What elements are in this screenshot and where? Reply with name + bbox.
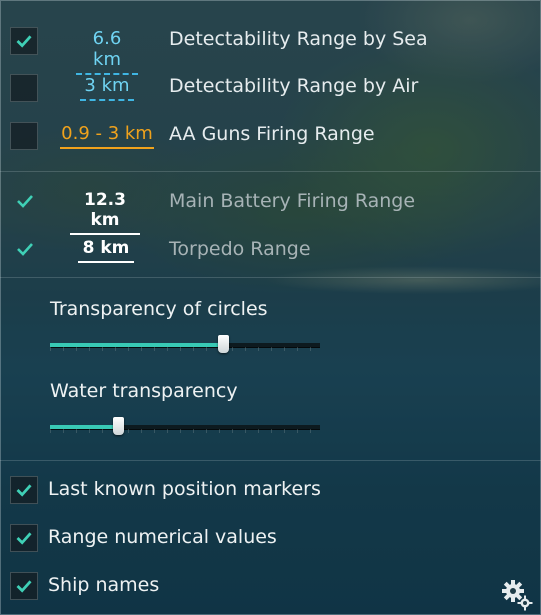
map-settings-panel: 6.6 km Detectability Range by Sea 3 km D… [0,0,541,615]
slider-fill [50,425,118,429]
check-icon [17,195,33,208]
range-row-air-detect[interactable]: 3 km Detectability Range by Air [0,67,541,107]
sea-detect-checkbox[interactable] [10,27,38,55]
range-label: Detectability Range by Sea [169,28,428,50]
range-label: Detectability Range by Air [169,75,419,97]
range-label: AA Guns Firing Range [169,123,375,145]
air-detect-checkbox[interactable] [10,74,38,102]
range-label: Torpedo Range [169,238,311,260]
circle-transparency-slider[interactable] [50,335,320,355]
divider [0,460,541,461]
option-label: Range numerical values [48,526,277,548]
range-value: 8 km [78,238,134,263]
last-known-position-checkbox[interactable] [10,476,38,504]
range-value[interactable]: 3 km [80,75,134,101]
range-values-checkbox[interactable] [10,524,38,552]
check-icon [16,532,32,545]
check-icon [16,484,32,497]
range-value: 12.3 km [70,190,140,235]
slider-handle[interactable] [217,335,229,353]
option-last-known-position[interactable]: Last known position markers [0,470,541,510]
aa-range-checkbox[interactable] [10,122,38,150]
circle-transparency-label: Transparency of circles [50,298,268,320]
divider [0,171,541,172]
divider [0,277,541,278]
check-icon [16,580,32,593]
slider-handle[interactable] [112,417,124,435]
range-row-torpedo: 8 km Torpedo Range [0,230,541,270]
option-range-values[interactable]: Range numerical values [0,518,541,558]
water-transparency-label: Water transparency [50,380,238,402]
option-label: Ship names [48,574,160,596]
water-transparency-slider[interactable] [50,417,320,437]
option-label: Last known position markers [48,478,321,500]
ship-names-checkbox[interactable] [10,572,38,600]
range-row-main-battery: 12.3 km Main Battery Firing Range [0,182,541,235]
range-row-aa[interactable]: 0.9 - 3 km AA Guns Firing Range [0,115,541,155]
check-icon [16,35,32,48]
gear-icon[interactable] [500,578,534,612]
slider-fill [50,343,223,347]
option-ship-names[interactable]: Ship names [0,566,541,606]
range-label: Main Battery Firing Range [169,190,416,212]
check-icon [17,243,33,256]
range-row-sea-detect[interactable]: 6.6 km Detectability Range by Sea [0,20,541,75]
range-value[interactable]: 0.9 - 3 km [60,123,154,149]
